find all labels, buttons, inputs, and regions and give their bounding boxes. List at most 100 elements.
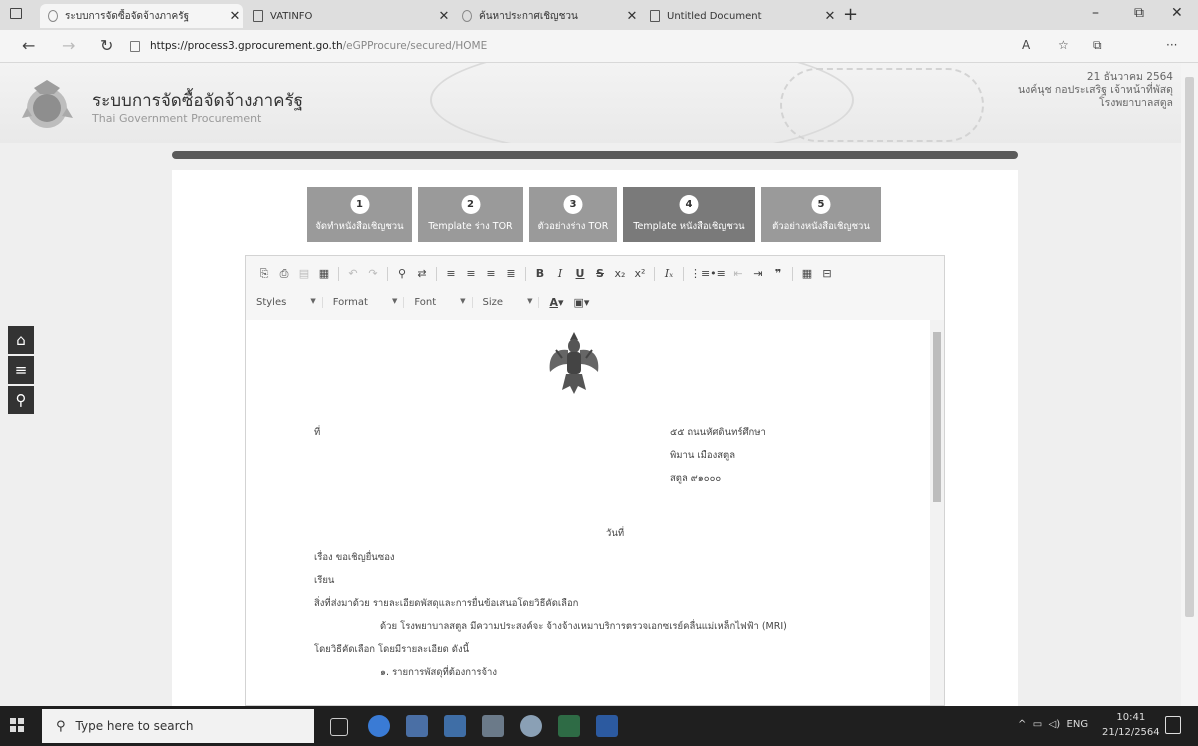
strikethrough-icon[interactable]: S bbox=[592, 266, 608, 282]
blockquote-icon[interactable]: ❞ bbox=[770, 266, 786, 282]
indent-icon[interactable]: ⇥ bbox=[750, 266, 766, 282]
system-tray[interactable]: ^ ▭ ◁) ENG bbox=[1018, 719, 1088, 730]
browser-tab[interactable]: ระบบการจัดซื้อจัดจ้างภาครัฐ ✕ bbox=[40, 4, 243, 28]
step-tab[interactable]: 5 ตัวอย่างหนังสือเชิญชวน bbox=[761, 187, 881, 242]
tab-actions-icon[interactable] bbox=[10, 8, 22, 19]
table-icon[interactable]: ▦ bbox=[799, 266, 815, 282]
paste-word-icon[interactable]: ▦ bbox=[316, 266, 332, 282]
step-tab-active[interactable]: 4 Template หนังสือเชิญชวน bbox=[623, 187, 755, 242]
window-close-icon[interactable]: ✕ bbox=[1171, 5, 1183, 21]
italic-icon[interactable]: I bbox=[552, 266, 568, 282]
garuda-emblem bbox=[549, 332, 599, 394]
editor-scrollbar[interactable] bbox=[930, 320, 944, 705]
text-color-icon[interactable]: A▾ bbox=[549, 296, 563, 309]
replace-icon[interactable]: ⇄ bbox=[414, 266, 430, 282]
emblem-logo bbox=[22, 80, 73, 128]
bold-icon[interactable]: B bbox=[532, 266, 548, 282]
undo-icon[interactable]: ↶ bbox=[345, 266, 361, 282]
align-center-icon[interactable]: ≡ bbox=[463, 266, 479, 282]
taskbar-clock[interactable]: 10:41 21/12/2564 bbox=[1102, 710, 1160, 740]
address-bar: ← → ↻ https://process3.gprocurement.go.t… bbox=[0, 30, 1198, 81]
url-field[interactable]: https://process3.gprocurement.go.th/eGPP… bbox=[130, 37, 1000, 55]
size-dropdown[interactable]: Size ▼ bbox=[483, 297, 540, 308]
forward-icon[interactable]: → bbox=[62, 36, 75, 55]
document-area[interactable]: ที่ ๕๕ ถนนหัศดินทร์ศึกษา พิมาน เมืองสตูล… bbox=[246, 320, 930, 705]
file-explorer-icon[interactable] bbox=[482, 715, 504, 737]
find-icon[interactable]: ⚲ bbox=[394, 266, 410, 282]
show-blocks-icon[interactable]: ⊟ bbox=[819, 266, 835, 282]
favorites-icon[interactable]: ☆ bbox=[1058, 38, 1069, 52]
page-scrollbar[interactable] bbox=[1181, 63, 1198, 706]
font-dropdown[interactable]: Font ▼ bbox=[414, 297, 473, 308]
toolbar-separator bbox=[525, 267, 526, 281]
numbered-list-icon[interactable]: ⋮≡ bbox=[690, 266, 710, 282]
tab-title: Untitled Document bbox=[667, 10, 762, 22]
user-name[interactable]: นงค์นุช กอประเสริฐ เจ้าหน้าที่พัสดุ bbox=[1018, 84, 1173, 97]
step-label: Template ร่าง TOR bbox=[428, 221, 513, 232]
taskbar-search[interactable]: ⚲ Type here to search bbox=[42, 709, 314, 743]
refresh-icon[interactable]: ↻ bbox=[100, 36, 113, 55]
background-color-icon[interactable]: ▣▾ bbox=[574, 296, 590, 309]
mail-icon[interactable] bbox=[444, 715, 466, 737]
site-header: ระบบการจัดซื้อจัดจ้างภาครัฐ Thai Governm… bbox=[0, 63, 1181, 143]
step-number: 2 bbox=[461, 195, 480, 214]
floating-nav: ⌂ ≡ ⚲ bbox=[8, 326, 34, 416]
preview-icon[interactable]: ⎘ bbox=[256, 266, 272, 282]
chevron-up-icon[interactable]: ^ bbox=[1018, 719, 1026, 730]
collections-icon[interactable]: ⧉ bbox=[1093, 38, 1102, 53]
address-line: สตูล ๙๑๐๐๐ bbox=[670, 473, 722, 484]
restore-icon[interactable]: ⧉ bbox=[1134, 5, 1144, 21]
justify-icon[interactable]: ≣ bbox=[503, 266, 519, 282]
search-icon[interactable]: ⚲ bbox=[8, 386, 34, 414]
home-icon[interactable]: ⌂ bbox=[8, 326, 34, 354]
volume-icon[interactable]: ◁) bbox=[1049, 719, 1061, 730]
step-tab[interactable]: 3 ตัวอย่างร่าง TOR bbox=[529, 187, 617, 242]
styles-dropdown[interactable]: Styles ▼ bbox=[256, 297, 323, 308]
more-menu-icon[interactable]: ··· bbox=[1166, 38, 1177, 52]
step-tab[interactable]: 2 Template ร่าง TOR bbox=[418, 187, 523, 242]
excel-icon[interactable] bbox=[558, 715, 580, 737]
align-right-icon[interactable]: ≡ bbox=[483, 266, 499, 282]
close-tab-icon[interactable]: ✕ bbox=[822, 9, 838, 24]
language-indicator[interactable]: ENG bbox=[1067, 719, 1089, 730]
taskbar-search-placeholder: Type here to search bbox=[75, 719, 194, 733]
align-left-icon[interactable]: ≡ bbox=[443, 266, 459, 282]
task-view-icon[interactable] bbox=[330, 718, 348, 736]
remove-format-icon[interactable]: Iₓ bbox=[661, 266, 677, 282]
paste-text-icon[interactable]: ▤ bbox=[296, 266, 312, 282]
notification-icon[interactable] bbox=[1165, 716, 1181, 734]
close-tab-icon[interactable]: ✕ bbox=[436, 9, 452, 24]
browser-tab[interactable]: VATINFO ✕ bbox=[245, 4, 452, 28]
underline-icon[interactable]: U bbox=[572, 266, 588, 282]
read-aloud-icon[interactable]: A bbox=[1022, 38, 1030, 52]
editor-toolbar: ⎘ ⎙ ▤ ▦ ↶ ↷ ⚲ ⇄ ≡ ≡ ≡ ≣ B I U S x₂ x² Iₓ… bbox=[246, 256, 944, 321]
close-tab-icon[interactable]: ✕ bbox=[227, 9, 243, 24]
step-tab[interactable]: 1 จัดทำหนังสือเชิญชวน bbox=[307, 187, 412, 242]
reference-label: ที่ bbox=[314, 427, 321, 438]
redo-icon[interactable]: ↷ bbox=[365, 266, 381, 282]
editor-scroll-thumb[interactable] bbox=[933, 332, 941, 502]
back-icon[interactable]: ← bbox=[22, 36, 35, 55]
new-tab-icon[interactable]: + bbox=[843, 4, 858, 25]
close-tab-icon[interactable]: ✕ bbox=[624, 9, 640, 24]
edge-icon[interactable] bbox=[368, 715, 390, 737]
outdent-icon[interactable]: ⇤ bbox=[730, 266, 746, 282]
toolbar-separator bbox=[654, 267, 655, 281]
minimize-icon[interactable]: – bbox=[1092, 5, 1099, 21]
body-paragraph: ด้วย โรงพยาบาลสตูล มีความประสงค์จะ จ้างจ… bbox=[380, 621, 787, 632]
page-scroll-thumb[interactable] bbox=[1185, 77, 1194, 617]
chat-icon[interactable] bbox=[520, 715, 542, 737]
word-icon[interactable] bbox=[596, 715, 618, 737]
superscript-icon[interactable]: x² bbox=[632, 266, 648, 282]
step-number: 1 bbox=[350, 195, 369, 214]
bulleted-list-icon[interactable]: •≡ bbox=[710, 266, 726, 282]
store-icon[interactable] bbox=[406, 715, 428, 737]
print-icon[interactable]: ⎙ bbox=[276, 266, 292, 282]
network-icon[interactable]: ▭ bbox=[1033, 719, 1042, 730]
browser-tab[interactable]: ค้นหาประกาศเชิญชวน ✕ bbox=[454, 4, 640, 28]
subscript-icon[interactable]: x₂ bbox=[612, 266, 628, 282]
browser-tab[interactable]: Untitled Document ✕ bbox=[642, 4, 838, 28]
menu-icon[interactable]: ≡ bbox=[8, 356, 34, 384]
windows-start-icon[interactable] bbox=[10, 718, 24, 732]
format-dropdown[interactable]: Format ▼ bbox=[333, 297, 405, 308]
